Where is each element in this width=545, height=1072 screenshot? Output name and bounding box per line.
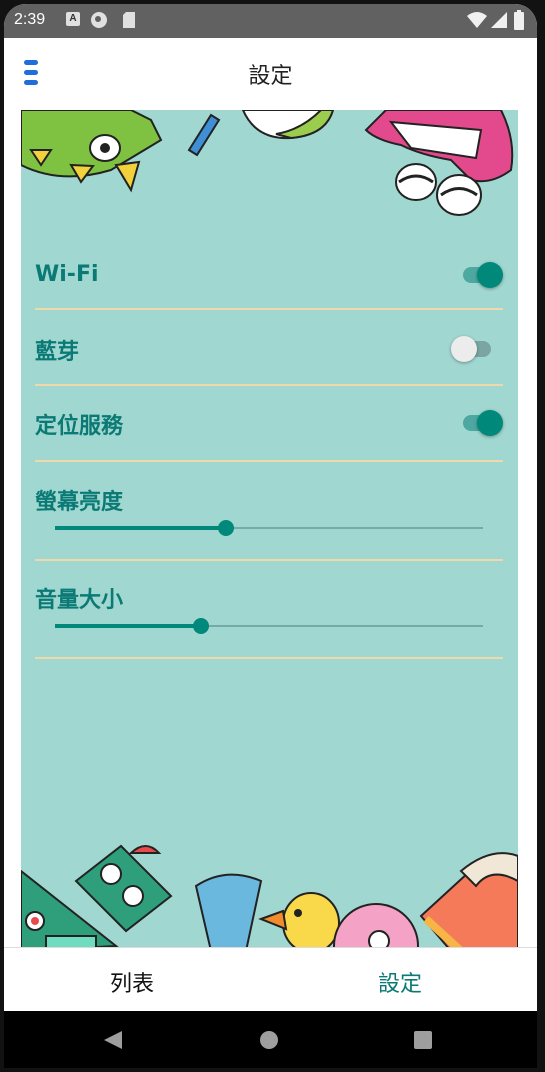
home-icon[interactable] (258, 1029, 280, 1051)
divider (35, 460, 503, 462)
settings-panel: Wi-Fi 藍芽 定位服務 螢幕亮度 音量大小 (21, 110, 518, 951)
bluetooth-setting-row: 藍芽 (35, 334, 503, 374)
circle-app-icon (91, 12, 107, 28)
screen: 2:39 A 設定 Wi-Fi 藍芽 定位服務 螢幕亮度 音量大小 列表 設定 (4, 4, 537, 1068)
recents-icon[interactable] (412, 1029, 434, 1051)
battery-icon (514, 10, 524, 30)
sd-card-icon (123, 12, 135, 28)
wifi-switch[interactable] (459, 260, 503, 290)
divider (35, 657, 503, 659)
bluetooth-label: 藍芽 (35, 340, 80, 365)
back-icon[interactable] (102, 1029, 124, 1051)
volume-slider[interactable] (55, 614, 483, 638)
app-bar: 設定 (4, 38, 537, 110)
status-bar: 2:39 A (4, 4, 537, 38)
volume-slider-thumb[interactable] (192, 618, 209, 634)
cartoon-monsters-illustration (21, 110, 514, 216)
wifi-icon (467, 12, 487, 28)
a-notification-icon: A (66, 12, 80, 26)
brightness-slider[interactable] (55, 516, 483, 540)
divider (35, 559, 503, 561)
system-navigation-bar (4, 1011, 537, 1068)
divider (35, 384, 503, 386)
location-label: 定位服務 (35, 414, 124, 439)
volume-label: 音量大小 (35, 588, 124, 613)
nav-tab-settings[interactable]: 設定 (378, 966, 422, 998)
location-setting-row: 定位服務 (35, 408, 503, 448)
divider (35, 308, 503, 310)
bottom-navigation: 列表 設定 (4, 947, 537, 1012)
page-title: 設定 (248, 64, 293, 89)
status-time: 2:39 (14, 11, 46, 28)
brightness-label: 螢幕亮度 (35, 490, 124, 515)
bluetooth-switch[interactable] (451, 334, 495, 364)
location-switch[interactable] (459, 408, 503, 438)
wifi-setting-row: Wi-Fi (35, 258, 503, 298)
cartoon-toys-illustration (21, 844, 518, 951)
brightness-slider-thumb[interactable] (218, 520, 235, 536)
cellular-signal-icon (491, 12, 507, 28)
nav-tab-list[interactable]: 列表 (110, 966, 154, 998)
device-frame: 2:39 A 設定 Wi-Fi 藍芽 定位服務 螢幕亮度 音量大小 列表 設定 (0, 0, 545, 1072)
wifi-label: Wi-Fi (35, 262, 99, 287)
